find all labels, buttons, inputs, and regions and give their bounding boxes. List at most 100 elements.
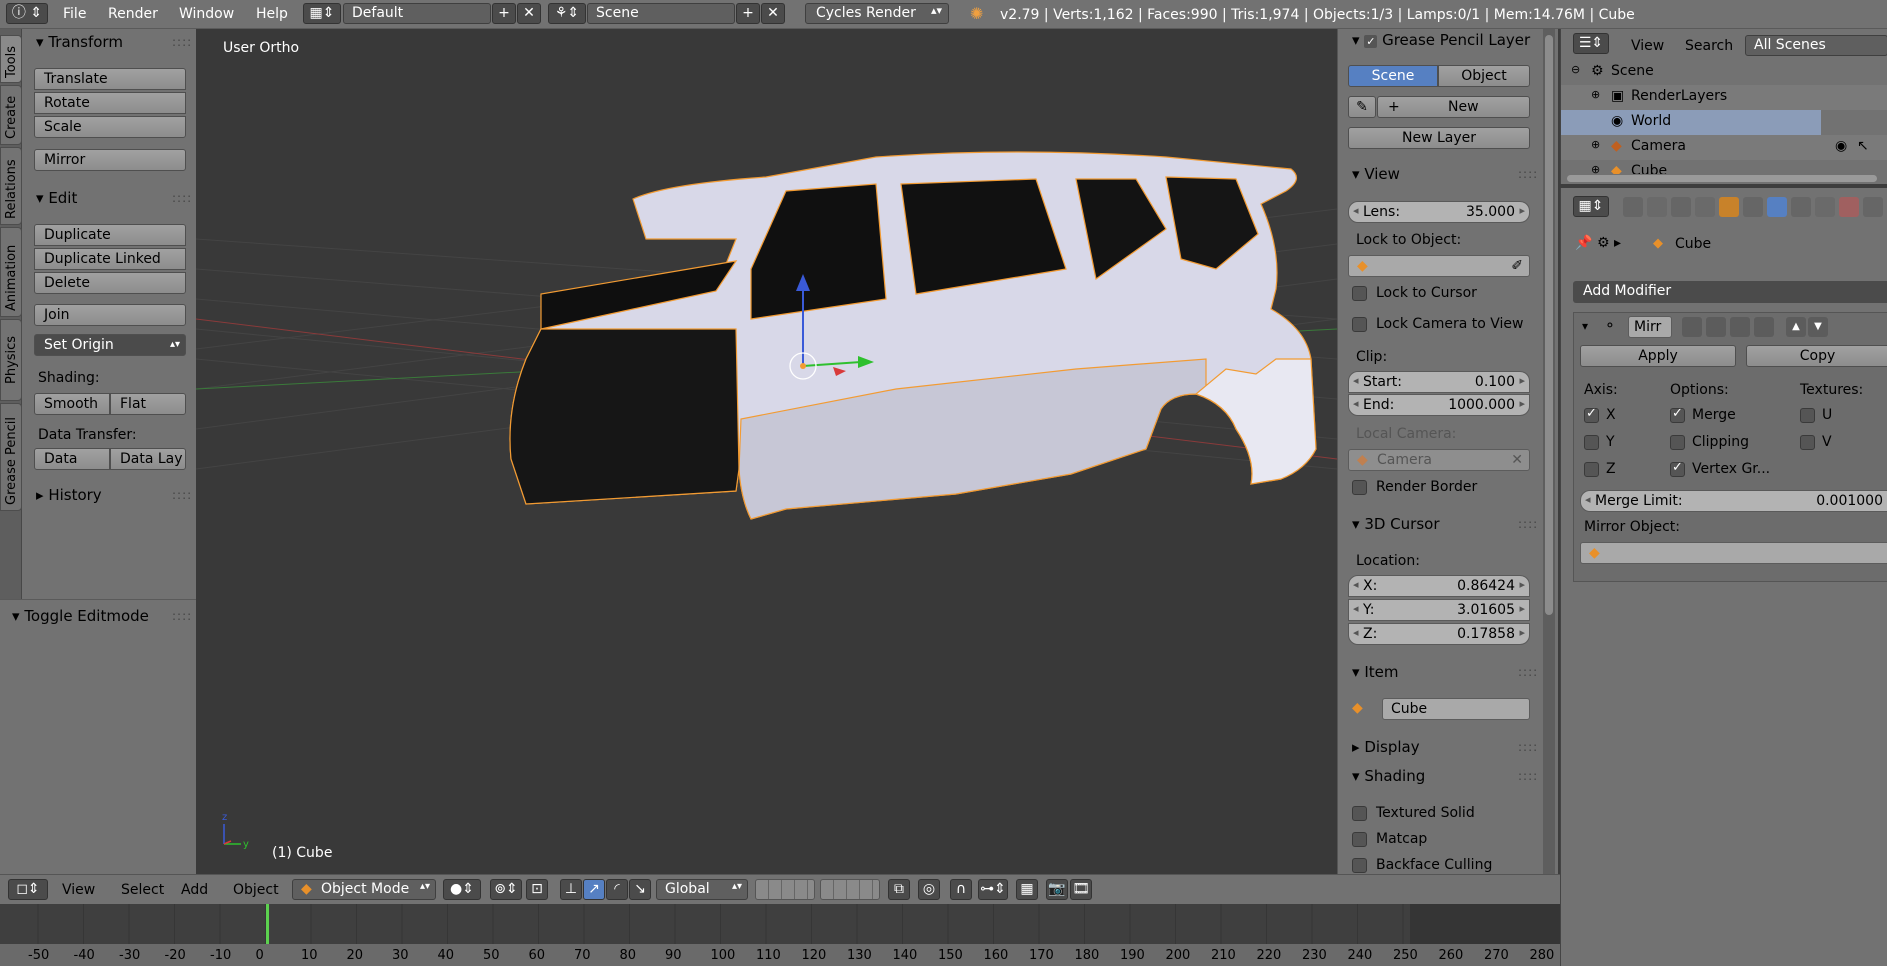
material-tab-icon[interactable] [1815,197,1835,217]
drag-handle-icon[interactable]: :::: [1518,665,1538,679]
set-origin-dropdown[interactable]: Set Origin ▴▾ [34,334,186,356]
remove-scene-icon[interactable]: ✕ [761,3,785,24]
history-panel-header[interactable]: ▸ History [36,486,102,504]
layout-icon[interactable]: ▦⇕ [303,3,341,24]
data-transfer-button[interactable]: Data [34,448,110,470]
eye-icon[interactable]: ◉ [1835,138,1847,154]
cursor-y-field[interactable]: ◂ Y: 3.01605 ▸ [1348,599,1530,621]
layers-grid-1[interactable] [755,879,815,900]
timeline[interactable]: -50 -40 -30 -20 -10 0 10 20 30 40 50 60 70 80 90 100 110… [0,904,1560,966]
manipulator-toggle-icon[interactable]: ⊥ [560,879,582,900]
properties-editor-icon[interactable]: ▦⇕ [1573,196,1609,217]
drag-handle-icon[interactable]: :::: [1518,517,1538,531]
menu-window[interactable]: Window [179,6,234,22]
outliner-view-menu[interactable]: View [1631,38,1664,54]
particles-tab-icon[interactable] [1863,197,1883,217]
merge-checkbox[interactable] [1670,406,1685,423]
drag-handle-icon[interactable]: :::: [172,35,192,49]
add-layout-icon[interactable]: + [492,3,516,24]
data-layout-button[interactable]: Data Lay [110,448,186,470]
duplicate-button[interactable]: Duplicate [34,224,186,246]
gp-object-button[interactable]: Object [1438,65,1530,87]
drag-handle-icon[interactable]: :::: [172,191,192,205]
join-button[interactable]: Join [34,304,186,326]
menu-object[interactable]: Object [233,882,279,898]
modifier-name-field[interactable]: Mirr [1628,316,1672,338]
pencil-icon[interactable]: ✎ [1348,96,1376,118]
outliner-row-world[interactable]: ◉ World [1561,110,1821,135]
cage-toggle-icon[interactable] [1754,317,1774,337]
menu-render[interactable]: Render [108,6,158,22]
move-up-icon[interactable]: ▲ [1786,317,1806,337]
tab-grease-pencil[interactable]: Grease Pencil [0,403,22,511]
outliner-row-renderlayers[interactable]: ⊕ ▣ RenderLayers [1561,85,1887,110]
drag-handle-icon[interactable]: :::: [172,488,192,502]
transform-panel-header[interactable]: ▾ Transform [36,33,123,51]
outliner-search-menu[interactable]: Search [1685,38,1733,54]
clipping-checkbox[interactable] [1670,435,1685,450]
scene-tab-icon[interactable] [1671,197,1691,217]
translate-button[interactable]: Translate [34,68,186,90]
duplicate-linked-button[interactable]: Duplicate Linked [34,248,186,270]
drag-handle-icon[interactable]: :::: [172,609,192,623]
outliner-editor-icon[interactable]: ☰⇕ [1573,33,1609,54]
move-down-icon[interactable]: ▼ [1808,317,1828,337]
scale-button[interactable]: Scale [34,116,186,138]
lock-to-cursor-checkbox[interactable] [1352,286,1367,301]
tab-animation[interactable]: Animation [0,227,22,317]
translate-manipulator-icon[interactable]: ↗ [583,879,605,900]
local-camera-field[interactable]: ◆ Camera ✕ [1348,449,1530,471]
remove-layout-icon[interactable]: ✕ [517,3,541,24]
smooth-button[interactable]: Smooth [34,393,110,415]
delete-button[interactable]: Delete [34,272,186,294]
new-layer-button[interactable]: New Layer [1348,127,1530,149]
viewport-toggle-icon[interactable] [1706,317,1726,337]
tab-relations[interactable]: Relations [0,147,22,225]
render-toggle-icon[interactable] [1682,317,1702,337]
eyedropper-icon[interactable]: ✐ [1511,256,1523,276]
menu-file[interactable]: File [63,6,86,22]
outliner-filter-selector[interactable]: All Scenes [1745,35,1887,56]
modifiers-tab-icon[interactable] [1767,197,1787,217]
display-panel-header[interactable]: ▸ Display [1352,738,1420,756]
outliner-row-cube[interactable]: ⊕ ◆ Cube [1561,160,1887,174]
add-modifier-dropdown[interactable]: Add Modifier [1573,281,1887,303]
flat-button[interactable]: Flat [110,393,186,415]
view-panel-header[interactable]: ▾ View [1352,165,1400,183]
add-scene-icon[interactable]: + [736,3,760,24]
cursor-x-field[interactable]: ◂ X: 0.86424 ▸ [1348,575,1530,597]
render-tab-icon[interactable] [1623,197,1643,217]
editor-type-icon[interactable]: ◻⇕ [8,879,48,900]
clip-start-field[interactable]: ◂ Start: 0.100 ▸ [1348,371,1530,393]
axis-x-checkbox[interactable] [1584,406,1599,423]
mode-selector[interactable]: ◆ Object Mode ▴▾ [292,879,436,900]
gp-new-button[interactable]: + New [1377,96,1530,118]
clip-end-field[interactable]: ◂ End: 1000.000 ▸ [1348,394,1530,416]
lock-camera-checkbox[interactable] [1352,317,1367,332]
render-engine-selector[interactable]: Cycles Render ▴▾ [805,3,949,24]
current-frame-marker[interactable] [266,904,269,944]
render-layers-tab-icon[interactable] [1647,197,1667,217]
manipulate-center-icon[interactable]: ⊡ [526,879,548,900]
scrollbar-track[interactable] [1543,29,1555,874]
menu-view[interactable]: View [62,882,95,898]
drag-handle-icon[interactable]: :::: [1518,769,1538,783]
backface-culling-checkbox[interactable] [1352,858,1367,873]
shading-panel-header[interactable]: ▾ Shading [1352,767,1425,785]
drag-handle-icon[interactable]: :::: [1518,167,1538,181]
transform-orientation-selector[interactable]: Global ▴▾ [656,879,748,900]
pin-icon[interactable]: 📌 [1575,235,1592,251]
snap-target-icon[interactable]: ▦ [1016,879,1038,900]
axis-z-checkbox[interactable] [1584,462,1599,477]
scrollbar-thumb[interactable] [1545,35,1553,615]
drag-handle-icon[interactable]: :::: [1518,740,1538,754]
lock-layers-icon[interactable]: ⧉ [888,879,910,900]
menu-add[interactable]: Add [181,882,208,898]
mirror-button[interactable]: Mirror [34,149,186,171]
render-animation-icon[interactable]: 🎞 [1070,879,1092,900]
outliner-hscrollbar[interactable] [1567,175,1877,182]
texture-u-checkbox[interactable] [1800,408,1815,423]
scene-selector[interactable]: Scene [587,3,735,24]
lock-object-field[interactable]: ◆ ✐ [1348,255,1530,277]
texture-tab-icon[interactable] [1839,197,1859,217]
